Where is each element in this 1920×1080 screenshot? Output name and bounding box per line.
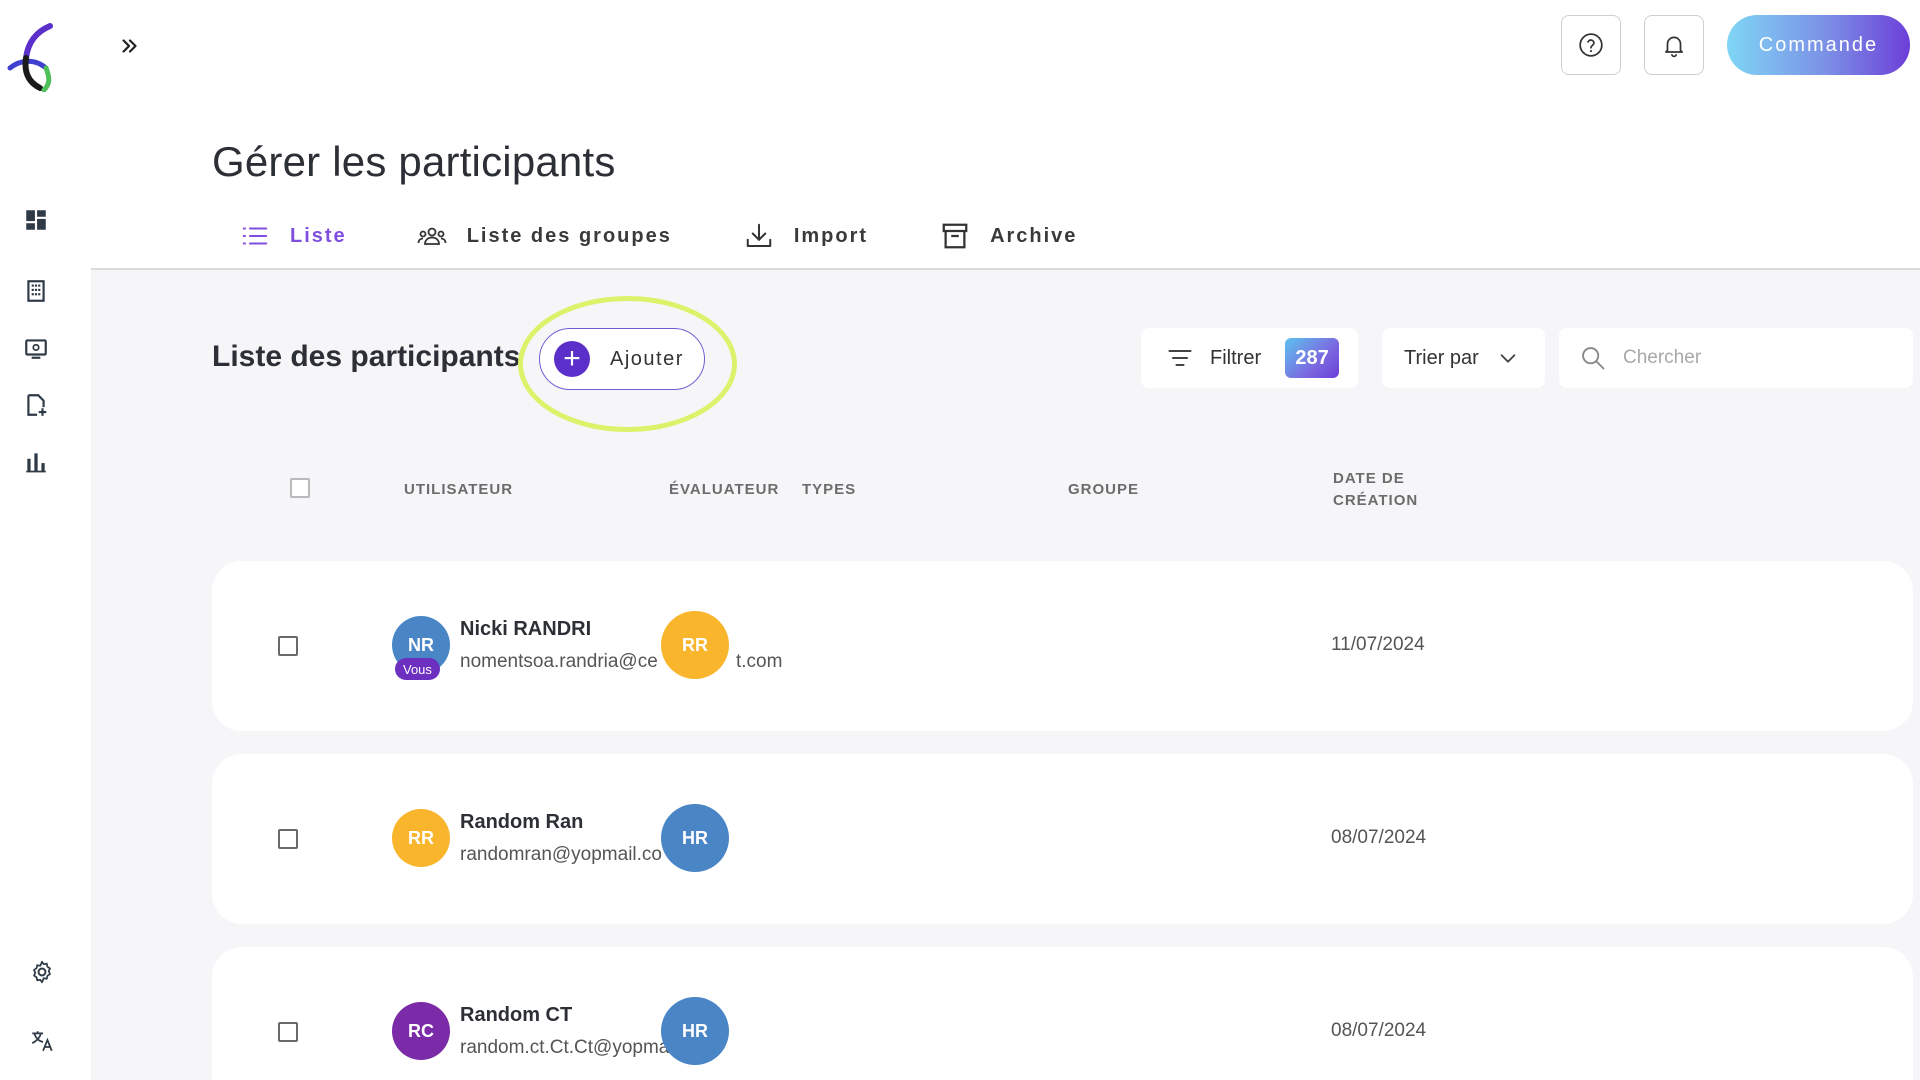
screen-icon[interactable]	[20, 332, 52, 364]
user-email: randomran@yopmail.co	[460, 844, 662, 865]
you-badge: Vous	[395, 658, 440, 680]
sidebar	[0, 0, 91, 1080]
user-email: nomentsoa.randria@ce	[460, 651, 658, 672]
tab-label: Import	[793, 224, 869, 247]
column-header-evaluator[interactable]: ÉVALUATEUR	[669, 479, 779, 501]
notifications-button[interactable]	[1644, 15, 1704, 75]
add-label: Ajouter	[610, 347, 684, 370]
row-checkbox[interactable]	[278, 636, 298, 656]
page-title: Gérer les participants	[212, 138, 616, 185]
brand-logo	[6, 22, 66, 93]
tab-liste-des-groupes[interactable]: Liste des groupes	[417, 218, 672, 254]
filter-button[interactable]: Filtrer 287	[1141, 328, 1358, 388]
row-checkbox[interactable]	[278, 1022, 298, 1042]
filter-count-badge: 287	[1285, 338, 1340, 378]
command-button[interactable]: Commande	[1727, 15, 1910, 75]
tab-archive[interactable]: Archive	[940, 218, 1077, 254]
tab-label: Liste des groupes	[466, 224, 672, 247]
add-participant-button[interactable]: + Ajouter	[539, 328, 705, 390]
group-icon	[417, 227, 447, 245]
search-box	[1559, 328, 1913, 388]
evaluator-avatar: HR	[661, 997, 729, 1065]
tab-label: Liste	[290, 224, 347, 247]
avatar: RR	[392, 809, 450, 867]
table-row[interactable]: RR Random Ran randomran@yopmail.co HR 08…	[212, 754, 1913, 924]
gear-icon[interactable]	[26, 956, 58, 988]
list-title: Liste des participants	[212, 340, 521, 373]
column-header-user[interactable]: UTILISATEUR	[404, 479, 513, 501]
select-all-checkbox[interactable]	[290, 478, 310, 498]
evaluator-avatar: RR	[661, 611, 729, 679]
user-name: Random Ran	[460, 811, 584, 833]
tab-liste[interactable]: Liste	[240, 218, 347, 254]
column-header-group[interactable]: GROUPE	[1068, 479, 1139, 501]
user-name: Nicki RANDRI	[460, 618, 592, 640]
main-content: Liste des participants + Ajouter Filtrer…	[91, 270, 1920, 1080]
plus-icon: +	[554, 341, 590, 377]
creation-date: 08/07/2024	[1331, 1020, 1427, 1041]
tab-bar: Liste Liste des groupes Import Archive	[240, 218, 1077, 254]
avatar: RC	[392, 1002, 450, 1060]
filter-icon	[1168, 349, 1192, 367]
column-header-types[interactable]: TYPES	[802, 479, 856, 501]
creation-date: 08/07/2024	[1331, 827, 1427, 848]
document-add-icon[interactable]	[20, 389, 52, 421]
bell-icon	[1665, 36, 1683, 58]
table-row[interactable]: NR Vous Nicki RANDRI nomentsoa.randria@c…	[212, 561, 1913, 731]
expand-sidebar-icon[interactable]	[112, 30, 148, 62]
chevron-down-icon	[1500, 354, 1516, 363]
column-header-date-line1: DATE DE	[1333, 470, 1405, 487]
column-header-date[interactable]: DATE DE CRÉATION	[1333, 468, 1418, 512]
search-icon	[1582, 347, 1605, 370]
filter-label: Filtrer	[1210, 346, 1262, 369]
archive-icon	[942, 223, 968, 249]
user-name: Random CT	[460, 1004, 573, 1026]
building-icon[interactable]	[20, 275, 52, 307]
column-header-date-line2: CRÉATION	[1333, 492, 1419, 509]
sort-label: Trier par	[1404, 346, 1479, 369]
user-email-tail: t.com	[736, 651, 783, 672]
evaluator-avatar: HR	[661, 804, 729, 872]
sort-dropdown[interactable]: Trier par	[1382, 328, 1545, 388]
translate-icon[interactable]	[26, 1025, 58, 1057]
tab-label: Archive	[990, 224, 1078, 247]
help-button[interactable]	[1561, 15, 1621, 75]
row-checkbox[interactable]	[278, 829, 298, 849]
help-icon	[1579, 33, 1603, 57]
user-email: random.ct.Ct.Ct@yopma	[460, 1037, 670, 1058]
dashboard-icon[interactable]	[20, 204, 52, 236]
tab-import[interactable]: Import	[744, 218, 868, 254]
search-input[interactable]	[1623, 347, 1893, 369]
table-row[interactable]: RC Random CT random.ct.Ct.Ct@yopma HR 08…	[212, 947, 1913, 1080]
bar-chart-icon[interactable]	[20, 446, 52, 478]
list-icon	[242, 227, 268, 245]
creation-date: 11/07/2024	[1331, 634, 1425, 655]
download-icon	[746, 223, 772, 247]
